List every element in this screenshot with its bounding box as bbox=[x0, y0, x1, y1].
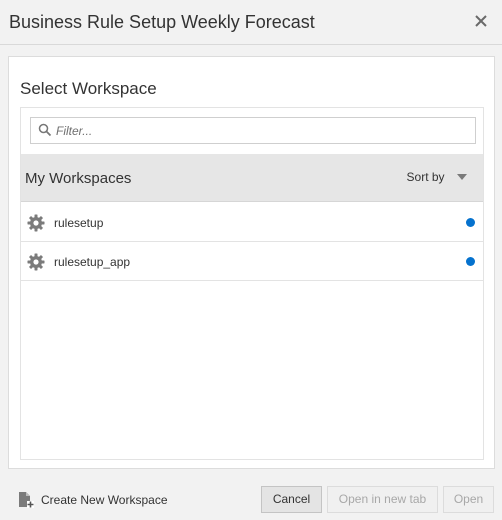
cancel-button[interactable]: Cancel bbox=[261, 486, 322, 513]
sort-by-dropdown[interactable]: Sort by bbox=[407, 168, 467, 188]
workspace-row[interactable]: rulesetup bbox=[21, 203, 483, 242]
caret-down-icon bbox=[457, 173, 467, 180]
workspace-list-container: My Workspaces Sort by bbox=[20, 107, 484, 460]
gear-icon bbox=[27, 253, 45, 271]
new-document-icon bbox=[19, 492, 34, 508]
panel-heading: Select Workspace bbox=[20, 79, 157, 98]
open-in-new-tab-button[interactable]: Open in new tab bbox=[327, 486, 438, 513]
sort-by-label: Sort by bbox=[406, 169, 445, 184]
list-title: My Workspaces bbox=[25, 170, 132, 187]
dialog: Business Rule Setup Weekly Forecast Sele… bbox=[0, 0, 502, 520]
open-button[interactable]: Open bbox=[443, 486, 494, 513]
status-dot bbox=[466, 257, 475, 266]
workspace-name: rulesetup bbox=[54, 216, 104, 230]
dialog-title: Business Rule Setup Weekly Forecast bbox=[9, 12, 315, 32]
workspace-row[interactable]: rulesetup_app bbox=[21, 242, 483, 281]
filter-box[interactable] bbox=[30, 117, 476, 144]
gear-icon bbox=[27, 214, 45, 232]
list-header: My Workspaces Sort by bbox=[21, 154, 483, 202]
status-dot bbox=[466, 218, 475, 227]
dialog-titlebar: Business Rule Setup Weekly Forecast bbox=[0, 0, 502, 45]
filter-input[interactable] bbox=[56, 121, 466, 141]
close-icon[interactable] bbox=[472, 12, 490, 30]
workspace-name: rulesetup_app bbox=[54, 255, 131, 269]
search-icon bbox=[38, 123, 52, 137]
create-new-workspace-label: Create New Workspace bbox=[41, 493, 168, 507]
workspace-panel: Select Workspace My Workspaces Sort by bbox=[8, 56, 495, 469]
